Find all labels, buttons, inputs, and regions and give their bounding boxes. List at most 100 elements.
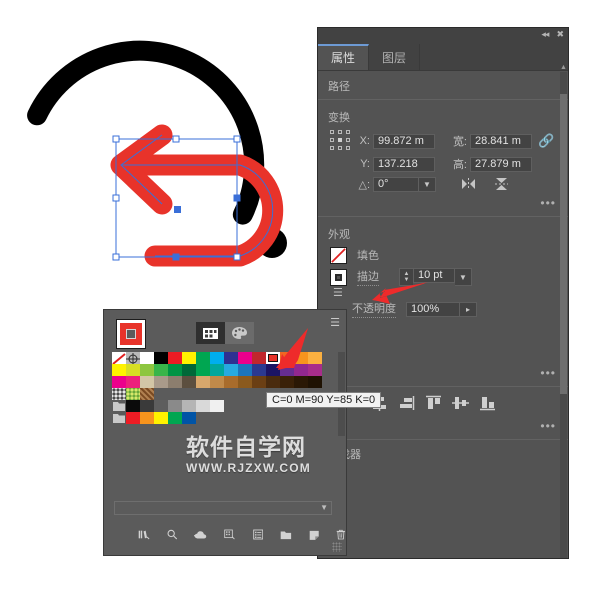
pattern-dots-swatch[interactable] xyxy=(112,388,126,400)
swatch-selected-red[interactable] xyxy=(266,352,280,364)
height-input[interactable] xyxy=(470,156,532,172)
swatch-item[interactable] xyxy=(126,376,140,388)
properties-panel[interactable]: ◂◂ ✖ 属性 图层 ▲ 路径 变换 X: 宽: 🔗 Y: 高: △: xyxy=(318,28,568,558)
swatch-item[interactable] xyxy=(126,364,140,376)
swatch-view-buttons[interactable] xyxy=(196,322,254,344)
width-input[interactable] xyxy=(470,133,532,149)
swatch-item[interactable] xyxy=(154,364,168,376)
swatch-item[interactable] xyxy=(294,364,308,376)
swatch-registration[interactable] xyxy=(126,352,140,365)
resize-grip[interactable] xyxy=(332,542,342,552)
swatch-black[interactable] xyxy=(154,352,168,364)
swatch-item[interactable] xyxy=(140,412,154,424)
swatch-item[interactable] xyxy=(182,376,196,388)
align-more-button[interactable]: ••• xyxy=(318,417,568,437)
opacity-combo[interactable]: ▸ xyxy=(406,301,477,317)
swatch-item[interactable] xyxy=(308,376,322,388)
swatch-item[interactable] xyxy=(308,364,322,376)
align-vertical-center-icon[interactable] xyxy=(451,395,469,411)
close-icon[interactable]: ✖ xyxy=(556,29,564,40)
swatch-item[interactable] xyxy=(252,364,266,376)
stroke-square-icon[interactable] xyxy=(330,268,347,286)
panel-menu-icon[interactable]: ☰ xyxy=(330,316,340,329)
stroke-color-indicator[interactable] xyxy=(116,319,146,349)
broken-link-icon[interactable]: 🔗 xyxy=(538,133,554,149)
align-right-icon[interactable] xyxy=(398,395,415,411)
swatch-item[interactable] xyxy=(238,376,252,388)
swatch-amber[interactable] xyxy=(308,352,322,364)
stroke-weight-combo[interactable]: ▲▼ ▼ xyxy=(399,268,472,286)
new-swatch-icon[interactable] xyxy=(309,528,319,542)
transform-more-button[interactable]: ••• xyxy=(318,194,568,214)
no-color-icon[interactable] xyxy=(330,247,347,264)
swatch-green[interactable] xyxy=(196,352,210,364)
stroke-label[interactable]: 描边 xyxy=(357,268,379,286)
swatch-orange-red[interactable] xyxy=(280,352,294,364)
color-group-folder-icon[interactable] xyxy=(112,400,126,412)
align-bottom-icon[interactable] xyxy=(479,395,496,411)
reference-point-selector[interactable] xyxy=(330,130,352,152)
swatch-options-grid-icon[interactable] xyxy=(224,527,236,542)
opacity-input[interactable] xyxy=(406,301,460,317)
swatch-item[interactable] xyxy=(266,376,280,388)
swatch-item[interactable] xyxy=(112,376,126,388)
color-group-folder-icon[interactable] xyxy=(112,412,126,424)
swatch-item[interactable] xyxy=(140,376,154,388)
swatch-item[interactable] xyxy=(196,364,210,376)
new-color-group-icon[interactable] xyxy=(280,528,292,542)
pattern-wood-swatch[interactable] xyxy=(140,388,154,400)
swatch-item[interactable] xyxy=(266,364,280,376)
swatch-item[interactable] xyxy=(182,412,196,424)
swatch-yellow[interactable] xyxy=(182,352,196,364)
panel-tabs[interactable]: 属性 图层 xyxy=(318,44,568,71)
swatch-item[interactable] xyxy=(196,400,210,412)
swatch-item[interactable] xyxy=(210,400,224,412)
swatch-item[interactable] xyxy=(224,376,238,388)
swatch-item[interactable] xyxy=(238,364,252,376)
swatch-blue[interactable] xyxy=(224,352,238,364)
swatch-item[interactable] xyxy=(210,376,224,388)
swatch-item[interactable] xyxy=(168,376,182,388)
y-input[interactable] xyxy=(373,156,435,172)
swatch-item[interactable] xyxy=(224,364,238,376)
swatch-orange[interactable] xyxy=(294,352,308,364)
swatch-none[interactable] xyxy=(112,352,126,365)
swatch-item[interactable] xyxy=(294,376,308,388)
swatch-item[interactable] xyxy=(154,376,168,388)
opacity-label[interactable]: 不透明度 xyxy=(352,300,396,318)
swatch-crimson[interactable] xyxy=(252,352,266,364)
delete-swatch-icon[interactable] xyxy=(336,527,346,542)
swatch-red[interactable] xyxy=(168,352,182,364)
swatch-item[interactable] xyxy=(126,412,140,424)
swatch-item[interactable] xyxy=(196,376,210,388)
swatch-libraries-icon[interactable] xyxy=(138,527,150,542)
stroke-list-icon[interactable]: ☰ xyxy=(333,286,347,299)
flip-horizontal-icon[interactable] xyxy=(460,176,477,192)
swatch-item[interactable] xyxy=(168,364,182,376)
swatch-filter-field[interactable]: ▼ xyxy=(114,501,332,515)
show-swatch-kinds-icon[interactable] xyxy=(167,527,177,542)
swatches-toolbar[interactable] xyxy=(104,515,346,542)
angle-input[interactable] xyxy=(373,176,419,192)
swatches-panel[interactable]: ☰ ▼ xyxy=(104,310,346,555)
appearance-more-button[interactable]: ••• xyxy=(318,320,568,384)
swatch-item[interactable] xyxy=(168,412,182,424)
swatch-item[interactable] xyxy=(126,400,140,412)
swatch-item[interactable] xyxy=(112,364,126,376)
document-canvas[interactable] xyxy=(0,0,320,320)
swatch-row[interactable] xyxy=(112,352,338,365)
stroke-weight-input[interactable] xyxy=(413,268,455,283)
stepper-icon[interactable]: ▲ ▼ xyxy=(399,268,413,286)
swatch-item[interactable] xyxy=(154,400,168,412)
swatch-item[interactable] xyxy=(182,400,196,412)
tab-properties[interactable]: 属性 xyxy=(318,44,370,70)
swatch-item[interactable] xyxy=(210,364,224,376)
swatch-item[interactable] xyxy=(182,364,196,376)
flip-vertical-icon[interactable] xyxy=(493,176,510,192)
swatch-item[interactable] xyxy=(140,364,154,376)
chevron-double-left-icon[interactable]: ◂◂ xyxy=(541,29,549,40)
swatch-item[interactable] xyxy=(140,400,154,412)
x-input[interactable] xyxy=(373,133,435,149)
swatch-white[interactable] xyxy=(140,352,154,364)
grid-view-icon[interactable] xyxy=(196,322,225,344)
